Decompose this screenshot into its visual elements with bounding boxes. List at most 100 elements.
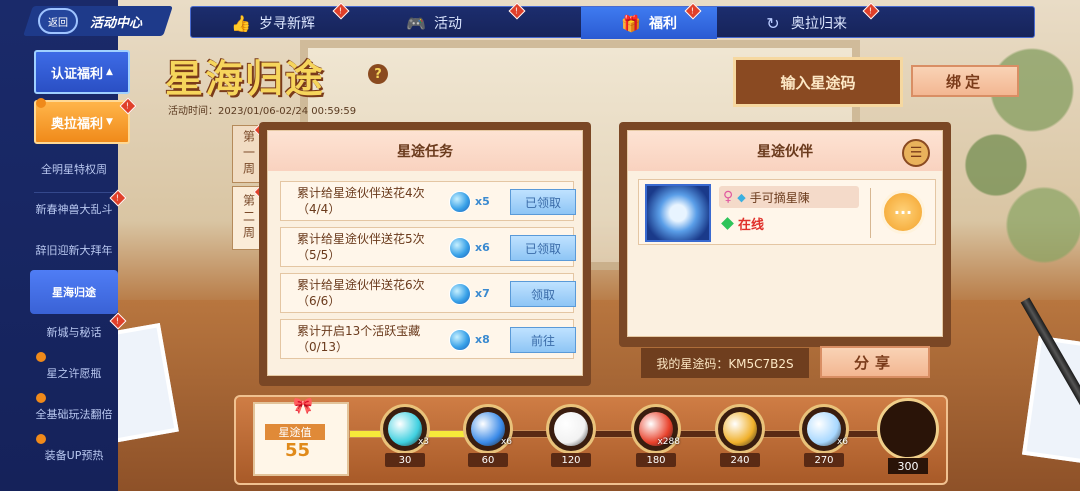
milestone-label: 300: [888, 458, 928, 474]
task-text: 累计给星途伙伴送花6次（6/6）: [297, 278, 425, 308]
tab-label: 福利: [649, 16, 677, 32]
milestone-reward[interactable]: x3: [380, 404, 430, 454]
help-icon[interactable]: ?: [368, 64, 388, 84]
tab-label: 奥拉归来: [791, 16, 847, 32]
reward-gem-icon: [388, 412, 422, 446]
milestone-label: 270: [804, 453, 844, 467]
arrow-up-icon: ▲: [106, 67, 113, 77]
reward-qty: x3: [417, 437, 429, 447]
tab-aola-return[interactable]: ↻ 奥拉归来: [763, 7, 847, 39]
reward-gem-icon: [807, 412, 841, 446]
diamond-icon: ◆: [737, 190, 746, 204]
list-icon[interactable]: ☰: [902, 139, 930, 167]
task-claimed-button[interactable]: 已领取: [510, 235, 576, 261]
gamepad-icon: 🎮: [406, 13, 426, 33]
reward-qty: x6: [500, 437, 512, 447]
tab-label: 岁寻新辉: [259, 16, 315, 32]
status-text: 在线: [738, 218, 765, 233]
bow-icon: 🎀: [293, 396, 313, 415]
background-plant: [960, 0, 1080, 300]
task-claim-button[interactable]: 领取: [510, 281, 576, 307]
star-gem-icon: [449, 283, 471, 305]
arrow-down-icon: ▼: [106, 117, 113, 127]
task-row: 累计给星途伙伴送花5次（5/5） x6 已领取: [280, 227, 576, 267]
sidebar-item-newyear-greeting[interactable]: 辞旧迎新大拜年: [30, 228, 118, 272]
reward-qty: x6: [836, 437, 848, 447]
task-text: 累计给星途伙伴送花5次（5/5）: [297, 232, 425, 262]
partner-panel-title: 星途伙伴: [628, 131, 942, 171]
partner-name-row: ♀ ◆ 手可摘星陳: [719, 186, 859, 208]
task-text: 累计开启13个活跃宝藏（0/13）: [297, 324, 421, 354]
task-row: 累计给星途伙伴送花4次（4/4） x5 已领取: [280, 181, 576, 221]
task-panel: 星途任务 累计给星途伙伴送花4次（4/4） x5 已领取 累计给星途伙伴送花5次…: [259, 122, 591, 386]
gift-icon: 🎁: [621, 13, 641, 33]
return-icon: ↻: [766, 13, 780, 33]
sidebar-category-label: 认证福利: [51, 66, 104, 82]
bind-button[interactable]: 绑定: [911, 65, 1019, 97]
star-gem-icon: [449, 329, 471, 351]
score-box: 🎀 星途值 55: [253, 396, 349, 476]
reward-gem-icon: [723, 412, 757, 446]
sidebar-item-wish-bottle[interactable]: 星之许愿瓶: [30, 351, 118, 395]
score-value: 55: [285, 440, 311, 461]
alert-icon: !: [862, 2, 880, 20]
milestone-label: 120: [551, 453, 591, 467]
task-row: 累计给星途伙伴送花6次（6/6） x7 领取: [280, 273, 576, 313]
activity-center-title: 活动中心: [90, 16, 143, 31]
online-dot-icon: [721, 217, 734, 230]
reward-gem-icon: [554, 412, 588, 446]
timer-icon: [36, 98, 46, 108]
back-button[interactable]: 返回: [38, 8, 78, 34]
task-row: 累计开启13个活跃宝藏（0/13） x8 前往: [280, 319, 576, 359]
tab-activity[interactable]: 🎮 活动: [406, 7, 462, 39]
milestone-reward[interactable]: x6: [799, 404, 849, 454]
sidebar-category-aola[interactable]: 奥拉福利 ▼: [34, 100, 130, 144]
avatar[interactable]: [645, 184, 711, 242]
task-text: 累计给星途伙伴送花4次（4/4）: [297, 186, 425, 216]
sidebar-item-newyear-beast[interactable]: 新春神兽大乱斗: [30, 187, 118, 231]
task-panel-title: 星途任务: [268, 131, 582, 171]
partner-card: ♀ ◆ 手可摘星陳 在线 ···: [638, 179, 936, 245]
tab-new-year[interactable]: 👍 岁寻新辉: [231, 7, 315, 39]
sidebar-item-newcity[interactable]: 新城与秘话: [30, 310, 118, 354]
tab-label: 活动: [434, 16, 462, 32]
reward-qty: x288: [657, 437, 680, 447]
my-code: 我的星途码：KM5C7B2S: [641, 348, 809, 378]
partner-name: 手可摘星陳: [749, 190, 810, 205]
milestone-reward[interactable]: x288: [631, 404, 681, 454]
reward-qty: x6: [475, 241, 490, 254]
event-title: 星海归途: [165, 56, 326, 101]
reward-qty: x5: [475, 195, 490, 208]
sidebar-item-equip-up[interactable]: 装备UP预热: [30, 433, 118, 477]
sidebar-category-label: 奥拉福利: [51, 116, 104, 132]
female-icon: ♀: [723, 189, 734, 205]
chat-icon[interactable]: ···: [881, 190, 925, 234]
input-code-button[interactable]: 输入星途码: [733, 57, 903, 107]
milestone-reward[interactable]: [715, 404, 765, 454]
sidebar-category-auth[interactable]: 认证福利 ▲: [34, 50, 130, 94]
milestone-label: 60: [468, 453, 508, 467]
partner-status: 在线: [721, 214, 765, 233]
thumbs-up-icon: 👍: [231, 13, 251, 33]
reward-qty: x8: [475, 333, 490, 346]
card-divider: [870, 188, 871, 238]
task-goto-button[interactable]: 前往: [510, 327, 576, 353]
share-button[interactable]: 分享: [820, 346, 930, 378]
score-label: 星途值: [265, 424, 325, 440]
sidebar-item-starsea[interactable]: 星海归途: [30, 270, 118, 314]
sidebar-item-double[interactable]: 全基础玩法翻倍: [30, 392, 118, 436]
alert-icon: !: [508, 2, 526, 20]
alert-icon: !: [332, 2, 350, 20]
star-gem-icon: [449, 191, 471, 213]
milestone-reward[interactable]: [546, 404, 596, 454]
task-panel-inner: 星途任务 累计给星途伙伴送花4次（4/4） x5 已领取 累计给星途伙伴送花5次…: [267, 130, 583, 376]
milestone-reward[interactable]: x6: [463, 404, 513, 454]
partner-panel: 星途伙伴 ☰ ♀ ◆ 手可摘星陳 在线 ···: [619, 122, 951, 347]
star-gem-icon: [449, 237, 471, 259]
milestone-label: 240: [720, 453, 760, 467]
sidebar-item-allstar[interactable]: 全明星特权周: [30, 147, 118, 191]
reward-qty: x7: [475, 287, 490, 300]
task-claimed-button[interactable]: 已领取: [510, 189, 576, 215]
final-reward-chest[interactable]: [877, 398, 939, 460]
milestone-label: 180: [636, 453, 676, 467]
